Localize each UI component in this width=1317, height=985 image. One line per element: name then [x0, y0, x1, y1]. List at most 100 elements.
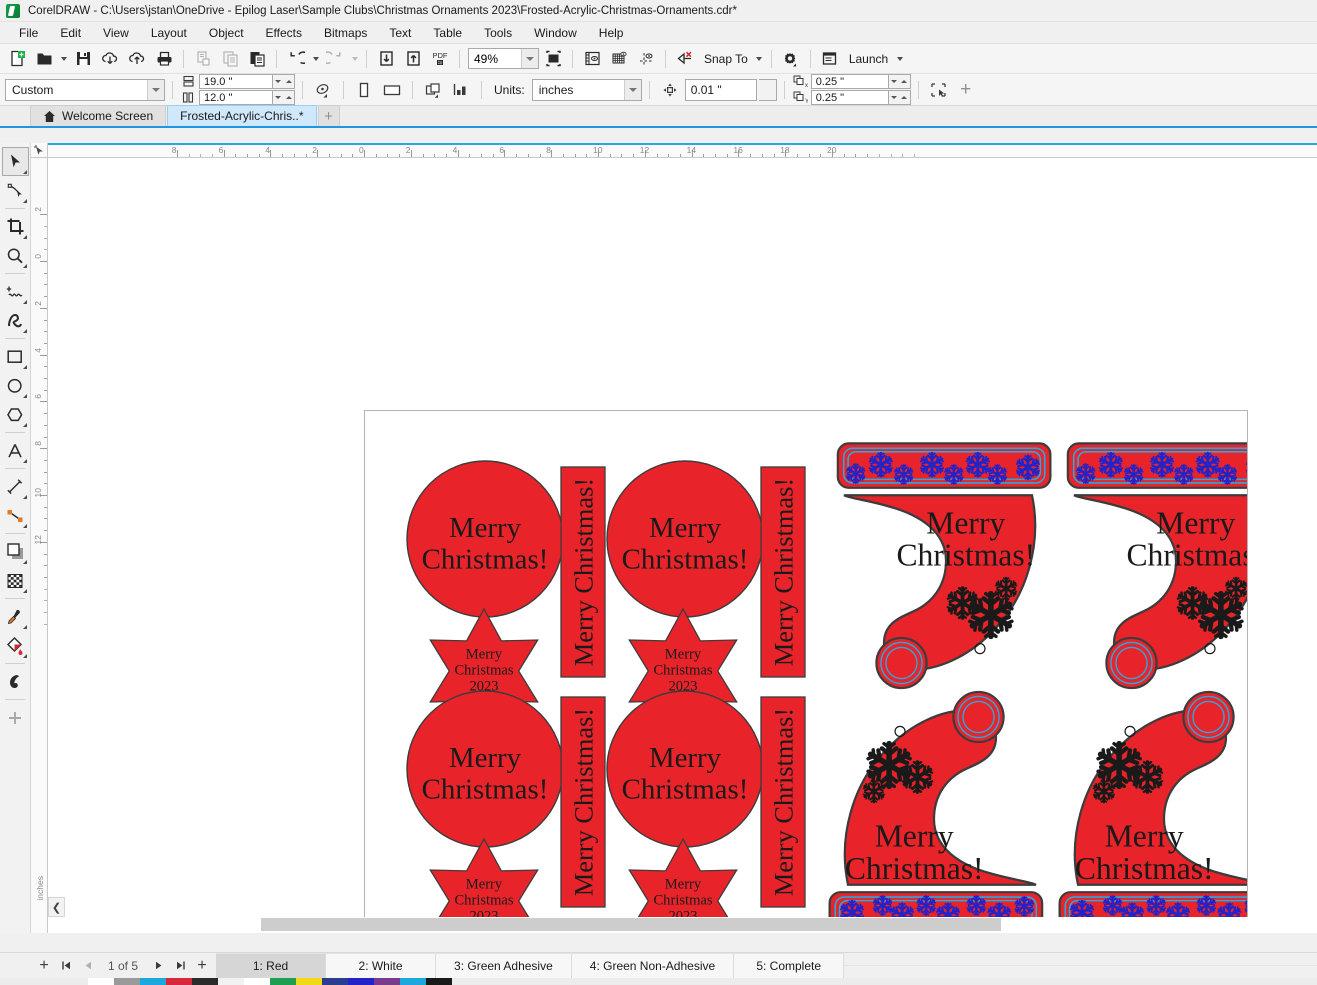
crop-tool[interactable] [2, 212, 29, 241]
menu-window[interactable]: Window [523, 24, 588, 42]
palette-swatch[interactable] [166, 978, 192, 985]
polygon-tool[interactable] [2, 400, 29, 429]
menu-edit[interactable]: Edit [49, 24, 92, 42]
artistic-media-tool[interactable] [2, 306, 29, 335]
palette-swatch[interactable] [218, 978, 244, 985]
cut-icon[interactable] [190, 46, 216, 72]
menu-object[interactable]: Object [198, 24, 255, 42]
ellipse-tool[interactable] [2, 371, 29, 400]
palette-swatch[interactable] [192, 978, 218, 985]
palette-swatch[interactable] [322, 978, 348, 985]
menu-view[interactable]: View [92, 24, 140, 42]
redo-icon[interactable] [322, 46, 348, 72]
smart-fill-tool[interactable] [2, 667, 29, 696]
page-layout-icon[interactable] [310, 77, 336, 103]
menu-effects[interactable]: Effects [255, 24, 313, 42]
horizontal-scrollbar-thumb[interactable] [261, 918, 1001, 931]
freehand-tool[interactable] [2, 277, 29, 306]
first-page-icon[interactable] [56, 955, 76, 977]
palette-swatch[interactable] [348, 978, 374, 985]
new-document-icon[interactable] [4, 46, 30, 72]
portrait-icon[interactable] [351, 77, 377, 103]
show-guides-icon[interactable] [633, 46, 659, 72]
menu-text[interactable]: Text [378, 24, 422, 42]
menu-bitmaps[interactable]: Bitmaps [313, 24, 378, 42]
zoom-level-dropdown-icon[interactable] [521, 49, 538, 68]
pick-tool-flyout-icon[interactable] [22, 170, 27, 174]
menu-table[interactable]: Table [422, 24, 473, 42]
show-rulers-icon[interactable] [579, 46, 605, 72]
page-tab-green-adhesive[interactable]: 3: Green Adhesive [436, 953, 572, 978]
snap-to-dropdown[interactable] [754, 46, 765, 72]
add-document-tab-button[interactable]: + [317, 105, 340, 126]
bleed-icon[interactable] [448, 77, 474, 103]
duplicate-x-field[interactable]: 0.25 " [810, 74, 889, 89]
landscape-icon[interactable] [379, 77, 405, 103]
polygon-tool-flyout-icon[interactable] [22, 423, 27, 427]
zoom-tool[interactable] [2, 241, 29, 270]
palette-swatch[interactable] [140, 978, 166, 985]
publish-pdf-icon[interactable]: PDF [427, 46, 453, 72]
gear-options-icon[interactable] [778, 46, 804, 72]
interactive-fill-tool[interactable] [2, 631, 29, 660]
export-arrow-icon[interactable] [400, 46, 426, 72]
nudge-distance-spinner[interactable] [758, 78, 777, 101]
page-width-field[interactable]: 19.0 " [199, 74, 273, 89]
color-eyedropper-tool-flyout-icon[interactable] [22, 625, 27, 629]
ruler-origin-corner[interactable] [31, 143, 48, 158]
menu-help[interactable]: Help [588, 24, 635, 42]
drawing-canvas[interactable]: Merry Christmas! Merry Christmas 2023 Merry C… [48, 158, 1317, 933]
undo-icon[interactable] [283, 46, 309, 72]
page-numbering-icon[interactable] [420, 77, 446, 103]
page-preset-combo[interactable]: Custom [5, 78, 165, 101]
text-tool[interactable] [2, 436, 29, 465]
next-page-icon[interactable] [148, 955, 168, 977]
page-tab-white[interactable]: 2: White [326, 953, 437, 978]
import-arrow-icon[interactable] [373, 46, 399, 72]
interactive-fill-tool-flyout-icon[interactable] [22, 654, 27, 658]
connector-tool-flyout-icon[interactable] [22, 524, 27, 528]
page-tab-green-non-adhesive[interactable]: 4: Green Non-Adhesive [571, 953, 735, 978]
zoom-level-combo[interactable] [468, 48, 539, 69]
rectangle-tool-flyout-icon[interactable] [22, 365, 27, 369]
pick-tool[interactable] [1, 147, 29, 176]
launch-window-icon[interactable] [817, 46, 843, 72]
menu-layout[interactable]: Layout [140, 24, 198, 42]
vertical-ruler[interactable]: 2 0 2 4 6 8 10 12 [31, 158, 48, 933]
undo-dropdown[interactable] [310, 46, 321, 72]
parallel-dimension-tool-flyout-icon[interactable] [22, 495, 27, 499]
last-page-icon[interactable] [170, 955, 190, 977]
show-grid-icon[interactable] [606, 46, 632, 72]
page-tab-complete[interactable]: 5: Complete [734, 953, 845, 978]
units-combo[interactable]: inches [531, 78, 642, 101]
palette-swatch[interactable] [296, 978, 322, 985]
connector-tool[interactable] [2, 501, 29, 530]
document-page[interactable]: Merry Christmas! Merry Christmas 2023 Merry C… [364, 410, 1282, 933]
open-document-dropdown[interactable] [58, 46, 69, 72]
crop-tool-flyout-icon[interactable] [22, 235, 27, 239]
add-page-after-button[interactable]: + [192, 955, 212, 977]
paste-icon[interactable] [244, 46, 270, 72]
launch-label[interactable]: Launch [844, 52, 893, 66]
color-palette[interactable] [0, 978, 1317, 985]
treat-as-filled-icon[interactable] [926, 77, 952, 103]
print-icon[interactable] [151, 46, 177, 72]
palette-swatch[interactable] [114, 978, 140, 985]
palette-swatch[interactable] [374, 978, 400, 985]
menu-file[interactable]: File [8, 24, 49, 42]
palette-swatch[interactable] [88, 978, 114, 985]
duplicate-y-spinner[interactable] [888, 90, 911, 105]
page-height-field[interactable]: 12.0 " [199, 90, 273, 105]
artistic-media-tool-flyout-icon[interactable] [22, 329, 27, 333]
full-screen-preview-icon[interactable] [540, 46, 566, 72]
duplicate-x-spinner[interactable] [888, 74, 911, 89]
add-toolbar-item-icon[interactable]: + [954, 78, 978, 102]
text-tool-flyout-icon[interactable] [22, 459, 27, 463]
snap-to-label[interactable]: Snap To [699, 52, 753, 66]
transparency-tool[interactable] [2, 566, 29, 595]
palette-swatch[interactable] [270, 978, 296, 985]
shape-tool-flyout-icon[interactable] [22, 199, 27, 203]
parallel-dimension-tool[interactable] [2, 472, 29, 501]
page-width-spinner[interactable] [273, 74, 295, 89]
page-preset-dropdown-icon[interactable] [147, 79, 164, 100]
